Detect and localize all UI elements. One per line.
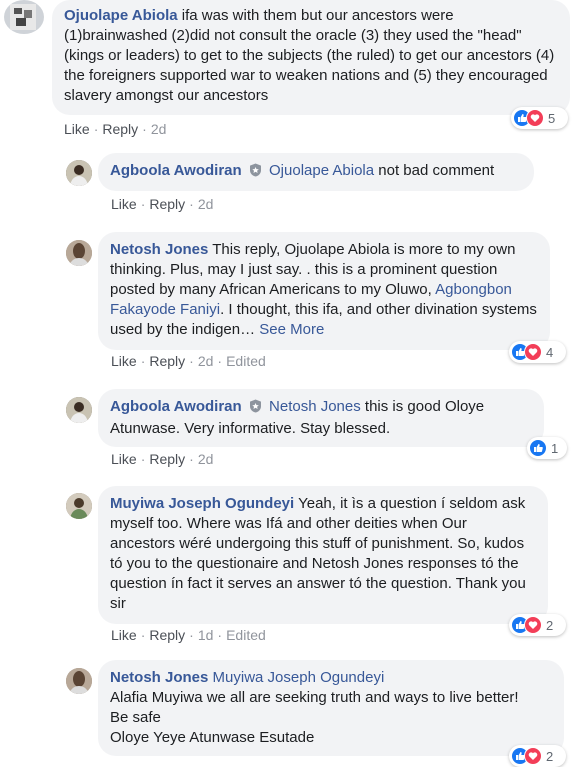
reply-button[interactable]: Reply [102, 121, 138, 137]
like-reaction-icon [529, 439, 547, 457]
separator: · [189, 353, 194, 369]
separator: · [217, 353, 223, 369]
comment-bubble: Netosh Jones This reply, Ojuolape Abiola… [98, 232, 550, 350]
comment-actions: Like · Reply · 2d [111, 196, 213, 212]
comment-author[interactable]: Netosh Jones [110, 241, 208, 258]
mention-link[interactable]: Ojuolape Abiola [269, 162, 374, 179]
separator: · [140, 627, 146, 643]
reaction-count-value: 2 [546, 748, 554, 764]
avatar[interactable] [66, 240, 92, 266]
avatar[interactable] [66, 668, 92, 694]
separator: · [142, 121, 147, 137]
comment-timestamp[interactable]: 2d [198, 451, 214, 467]
reaction-count[interactable]: 2 [509, 614, 566, 636]
comment-author[interactable]: Muyiwa Joseph Ogundeyi [110, 495, 294, 512]
comment-bubble: Netosh Jones Muyiwa Joseph Ogundeyi Alaf… [98, 660, 564, 756]
reaction-count[interactable]: 5 [511, 107, 568, 129]
reaction-count-value: 1 [551, 440, 559, 456]
avatar[interactable] [66, 160, 92, 186]
comment-actions: Like · Reply · 1d · Edited [111, 627, 266, 643]
comment-bubble: Ojuolape Abiola ifa was with them but ou… [52, 0, 570, 115]
see-more-link[interactable]: See More [259, 321, 324, 338]
reaction-count-value: 4 [546, 344, 554, 360]
reply-button[interactable]: Reply [149, 353, 185, 369]
love-reaction-icon [524, 747, 542, 765]
comment-timestamp[interactable]: 2d [198, 353, 214, 369]
reaction-count-value: 5 [548, 110, 556, 126]
reaction-count[interactable]: 2 [509, 745, 566, 767]
reply-button[interactable]: Reply [149, 627, 185, 643]
comment-text: not bad comment [378, 162, 495, 179]
separator: · [189, 451, 194, 467]
separator: · [93, 121, 99, 137]
comment-timestamp[interactable]: 2d [151, 121, 167, 137]
mention-link[interactable]: Muyiwa Joseph Ogundeyi [213, 669, 385, 686]
like-button[interactable]: Like [111, 451, 137, 467]
avatar[interactable] [4, 0, 44, 34]
comment-actions: Like · Reply · 2d · Edited [111, 353, 266, 369]
top-fan-badge-icon [249, 163, 262, 183]
comment-actions: Like · Reply · 2d [64, 121, 166, 137]
comment-timestamp[interactable]: 1d [198, 627, 214, 643]
love-reaction-icon [524, 343, 542, 361]
comment-timestamp[interactable]: 2d [198, 196, 214, 212]
comment-author[interactable]: Agboola Awodiran [110, 162, 242, 179]
comment-author[interactable]: Netosh Jones [110, 669, 208, 686]
avatar[interactable] [66, 493, 92, 519]
reaction-count-value: 2 [546, 617, 554, 633]
edited-label[interactable]: Edited [226, 627, 266, 643]
like-button[interactable]: Like [111, 353, 137, 369]
separator: · [189, 627, 194, 643]
like-button[interactable]: Like [64, 121, 90, 137]
separator: · [217, 627, 223, 643]
comment-author[interactable]: Ojuolape Abiola [64, 7, 178, 24]
reaction-count[interactable]: 1 [527, 437, 567, 459]
love-reaction-icon [526, 109, 544, 127]
separator: · [140, 353, 146, 369]
love-reaction-icon [524, 616, 542, 634]
separator: · [140, 451, 146, 467]
comment-bubble: Agboola Awodiran Ojuolape Abiola not bad… [98, 153, 534, 191]
comment-bubble: Muyiwa Joseph Ogundeyi Yeah, it ìs a que… [98, 486, 548, 624]
like-button[interactable]: Like [111, 627, 137, 643]
reply-button[interactable]: Reply [149, 196, 185, 212]
mention-link[interactable]: Netosh Jones [269, 398, 361, 415]
reaction-count[interactable]: 4 [509, 341, 566, 363]
edited-label[interactable]: Edited [226, 353, 266, 369]
comment-author[interactable]: Agboola Awodiran [110, 398, 242, 415]
comment-text: Yeah, it ìs a question í seldom ask myse… [110, 495, 526, 612]
separator: · [140, 196, 146, 212]
comment-text-line-3: Oloye Yeye Atunwase Esutade [110, 729, 315, 746]
avatar[interactable] [66, 397, 92, 423]
separator: · [189, 196, 194, 212]
comment-text-line-2: Be safe [110, 709, 161, 726]
comment-bubble: Agboola Awodiran Netosh Jones this is go… [98, 389, 544, 447]
comment-text-line-1: Alafia Muyiwa we all are seeking truth a… [110, 689, 519, 706]
reply-button[interactable]: Reply [149, 451, 185, 467]
like-button[interactable]: Like [111, 196, 137, 212]
comment-actions: Like · Reply · 2d [111, 451, 213, 467]
top-fan-badge-icon [249, 399, 262, 419]
